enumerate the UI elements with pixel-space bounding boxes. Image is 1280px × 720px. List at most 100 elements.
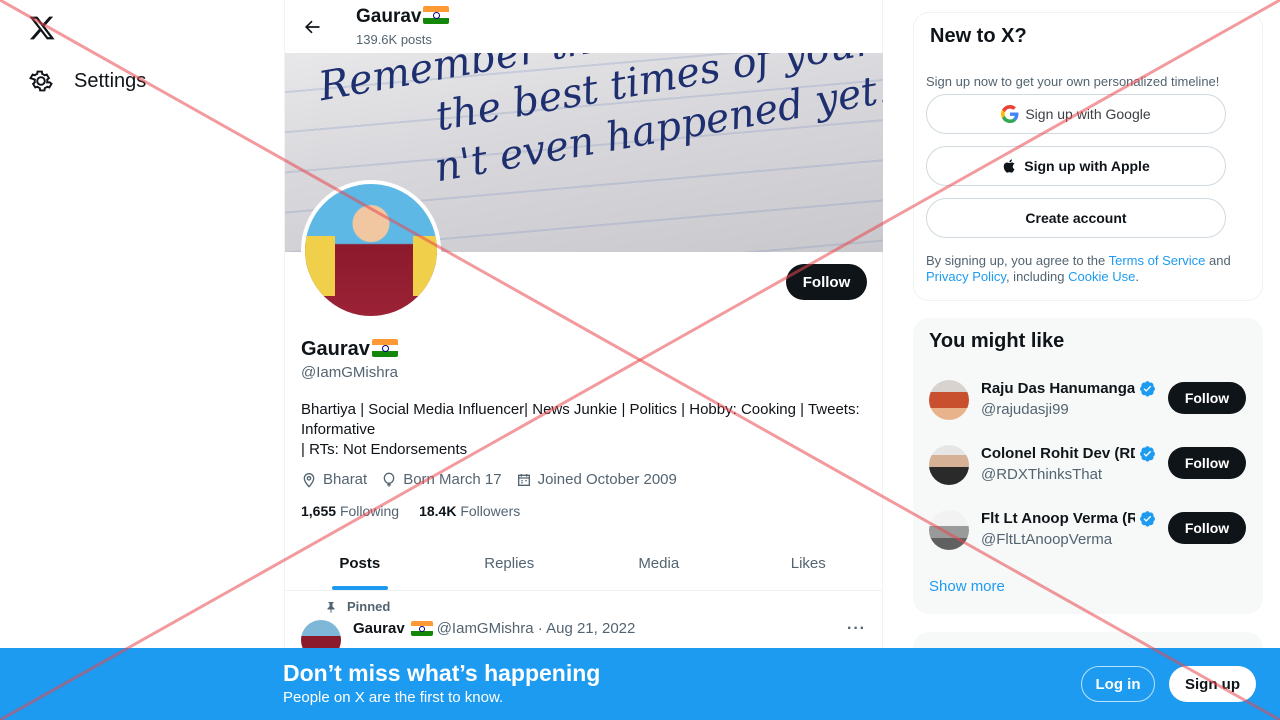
bottom-bar-subtitle: People on X are the first to know. bbox=[283, 689, 504, 706]
joined-item: Joined October 2009 bbox=[516, 471, 677, 488]
verified-badge-icon bbox=[1140, 381, 1155, 397]
joined-text: Joined October 2009 bbox=[537, 471, 677, 488]
back-button[interactable] bbox=[299, 14, 325, 40]
suggestion-name-text: Raju Das Hanumanga bbox=[981, 380, 1135, 397]
profile-handle: @IamGMishra bbox=[301, 364, 398, 381]
privacy-policy-link[interactable]: Privacy Policy bbox=[926, 269, 1006, 284]
login-button[interactable]: Log in bbox=[1081, 666, 1155, 702]
india-flag-icon bbox=[371, 339, 398, 357]
suggestion-follow-button[interactable]: Follow bbox=[1168, 447, 1246, 479]
profile-meta: Bharat Born March 17 Joined October 2009 bbox=[301, 471, 677, 488]
google-icon bbox=[1001, 105, 1019, 123]
pinned-label: Pinned bbox=[347, 599, 391, 614]
terms-including: , including bbox=[1005, 269, 1069, 284]
suggestion-item[interactable]: Colonel Rohit Dev (RD @RDXThinksThat Fol… bbox=[929, 445, 1247, 501]
suggestions-card: You might like Raju Das Hanumanga @rajud… bbox=[913, 318, 1263, 614]
terms-of-service-link[interactable]: Terms of Service bbox=[1109, 253, 1206, 268]
profile-name-text: Gaurav bbox=[301, 338, 370, 360]
post-author[interactable]: Gaurav bbox=[353, 620, 405, 637]
pinned-indicator: Pinned bbox=[325, 599, 390, 614]
posts-count: 139.6K posts bbox=[356, 32, 432, 47]
bio-line-1: Bhartiya | Social Media Influencer| News… bbox=[301, 401, 860, 438]
avatar-bg-right bbox=[413, 236, 437, 296]
born-text: Born March 17 bbox=[403, 471, 502, 488]
google-signup-button[interactable]: Sign up with Google bbox=[926, 94, 1226, 134]
profile-avatar[interactable] bbox=[301, 180, 441, 320]
more-options-button[interactable]: ··· bbox=[847, 620, 866, 638]
suggestions-title: You might like bbox=[929, 330, 1065, 352]
suggestion-avatar[interactable] bbox=[929, 510, 969, 550]
suggestion-name-text: Flt Lt Anoop Verma (R bbox=[981, 510, 1135, 527]
suggestion-name-text: Colonel Rohit Dev (RD bbox=[981, 445, 1135, 462]
x-logo-icon[interactable] bbox=[28, 14, 56, 42]
post-header: Gaurav @IamGMishra · Aug 21, 2022 bbox=[353, 620, 635, 637]
verified-badge-icon bbox=[1140, 511, 1155, 527]
create-account-button[interactable]: Create account bbox=[926, 198, 1226, 238]
follow-button[interactable]: Follow bbox=[786, 264, 867, 300]
bio-line-2: | RTs: Not Endorsements bbox=[301, 441, 468, 458]
suggestion-handle: @FltLtAnoopVerma bbox=[981, 531, 1113, 548]
profile-tabs: Posts Replies Media Likes bbox=[285, 537, 883, 591]
profile-bio: Bhartiya | Social Media Influencer| News… bbox=[301, 400, 876, 460]
signup-card-subtitle: Sign up now to get your own personalized… bbox=[926, 74, 1220, 89]
signup-button[interactable]: Sign up bbox=[1169, 666, 1256, 702]
tab-posts[interactable]: Posts bbox=[285, 537, 435, 590]
suggestion-item[interactable]: Raju Das Hanumanga @rajudasji99 Follow bbox=[929, 380, 1247, 436]
suggestion-handle: @rajudasji99 bbox=[981, 401, 1069, 418]
following-count: 1,655 bbox=[301, 503, 337, 519]
location-text: Bharat bbox=[323, 471, 368, 488]
india-flag-icon bbox=[423, 6, 450, 24]
suggestion-follow-button[interactable]: Follow bbox=[1168, 512, 1246, 544]
followers-label: Followers bbox=[460, 503, 521, 519]
google-signup-label: Sign up with Google bbox=[1025, 106, 1151, 122]
following-label: Following bbox=[339, 503, 400, 519]
followers-count: 18.4K bbox=[419, 503, 457, 519]
india-flag-icon bbox=[410, 621, 433, 636]
following-link[interactable]: 1,655 Following bbox=[301, 503, 399, 519]
apple-signup-label: Sign up with Apple bbox=[1024, 158, 1150, 174]
show-more-link[interactable]: Show more bbox=[929, 578, 1005, 595]
suggestion-name[interactable]: Flt Lt Anoop Verma (R bbox=[981, 510, 1156, 527]
nav-settings-label: Settings bbox=[74, 69, 147, 92]
signup-card-title: New to X? bbox=[930, 25, 1027, 47]
page-title-text: Gaurav bbox=[356, 6, 422, 27]
apple-icon bbox=[1004, 159, 1015, 173]
tab-media[interactable]: Media bbox=[584, 537, 734, 590]
bottom-bar-title: Don’t miss what’s happening bbox=[283, 660, 601, 686]
gear-icon bbox=[29, 70, 53, 92]
suggestion-avatar[interactable] bbox=[929, 380, 969, 420]
verified-badge-icon bbox=[1140, 446, 1155, 462]
location-item: Bharat bbox=[301, 471, 367, 488]
suggestion-name[interactable]: Colonel Rohit Dev (RD bbox=[981, 445, 1156, 462]
avatar-bg-left bbox=[305, 236, 335, 296]
profile-column: Gaurav 139.6K posts Remember that some o… bbox=[284, 0, 883, 720]
suggestion-avatar[interactable] bbox=[929, 445, 969, 485]
left-nav: Settings bbox=[0, 0, 284, 720]
signup-card: New to X? Sign up now to get your own pe… bbox=[913, 12, 1263, 301]
balloon-icon bbox=[383, 472, 395, 487]
followers-link[interactable]: 18.4K Followers bbox=[419, 503, 520, 519]
arrow-left-icon bbox=[304, 20, 320, 34]
pin-icon bbox=[327, 601, 335, 613]
follow-counts: 1,655 Following 18.4K Followers bbox=[301, 503, 520, 519]
suggestion-item[interactable]: Flt Lt Anoop Verma (R @FltLtAnoopVerma F… bbox=[929, 510, 1247, 566]
terms-and: and bbox=[1205, 253, 1231, 268]
profile-name: Gaurav bbox=[301, 338, 398, 361]
bottom-signup-bar: Don’t miss what’s happening People on X … bbox=[0, 648, 1280, 720]
location-pin-icon bbox=[303, 472, 315, 488]
birthday-item: Born March 17 bbox=[381, 471, 502, 488]
suggestion-name[interactable]: Raju Das Hanumanga bbox=[981, 380, 1156, 397]
terms-prefix: By signing up, you agree to the bbox=[926, 253, 1109, 268]
tab-replies[interactable]: Replies bbox=[435, 537, 585, 590]
tab-likes[interactable]: Likes bbox=[734, 537, 884, 590]
apple-signup-button[interactable]: Sign up with Apple bbox=[926, 146, 1226, 186]
nav-settings[interactable]: Settings bbox=[28, 68, 146, 94]
suggestion-handle: @RDXThinksThat bbox=[981, 466, 1103, 483]
page-title: Gaurav bbox=[356, 6, 450, 28]
post-handle-date[interactable]: @IamGMishra · Aug 21, 2022 bbox=[437, 620, 636, 637]
terms-end: . bbox=[1135, 269, 1139, 284]
cookie-use-link[interactable]: Cookie Use bbox=[1068, 269, 1135, 284]
calendar-icon bbox=[517, 473, 530, 486]
terms-text: By signing up, you agree to the Terms of… bbox=[926, 253, 1251, 285]
suggestion-follow-button[interactable]: Follow bbox=[1168, 382, 1246, 414]
